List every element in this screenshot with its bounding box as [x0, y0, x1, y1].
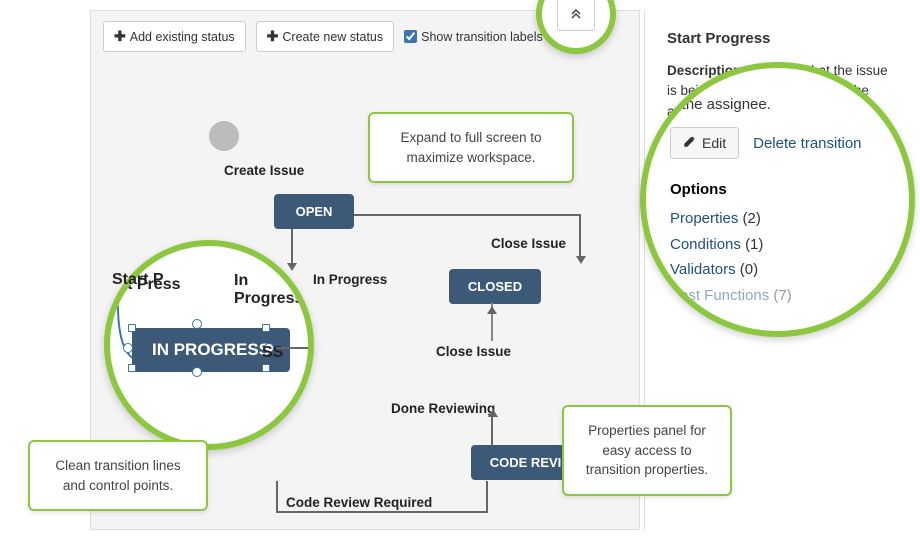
options-heading: Options [670, 181, 885, 198]
connector [579, 214, 581, 256]
transition-label-start-progress[interactable]: Start P [112, 271, 164, 289]
callout-panel: Properties panel for easy access to tran… [562, 405, 732, 496]
connector [276, 511, 486, 513]
connection-point[interactable] [192, 367, 202, 377]
panel-title: Start Progress [667, 30, 898, 47]
expand-fullscreen-button[interactable] [557, 0, 595, 31]
option-conditions[interactable]: Conditions (1) [670, 232, 885, 258]
show-labels-text: Show transition labels [421, 30, 543, 44]
start-node[interactable] [209, 121, 239, 151]
arrowhead-icon [576, 256, 586, 264]
pencil-icon [683, 135, 696, 151]
plus-icon: ✚ [267, 28, 279, 45]
chevrons-up-icon [569, 6, 583, 23]
highlight-circle-panel: y the assignee. Edit Delete transition O… [640, 62, 915, 337]
transition-label-create-issue[interactable]: Create Issue [224, 163, 304, 178]
edit-button[interactable]: Edit [670, 127, 739, 159]
resize-handle[interactable] [128, 324, 136, 332]
connection-point[interactable] [192, 319, 202, 329]
option-properties[interactable]: Properties (2) [670, 206, 885, 232]
connector [276, 347, 314, 349]
resize-handle[interactable] [128, 364, 136, 372]
create-new-status-button[interactable]: ✚ Create new status [256, 21, 394, 52]
edit-label: Edit [702, 135, 726, 151]
create-new-label: Create new status [282, 30, 383, 44]
resize-handle[interactable] [262, 364, 270, 372]
arrowhead-icon [487, 306, 497, 314]
connector [276, 481, 278, 511]
resize-handle[interactable] [262, 324, 270, 332]
add-existing-label: Add existing status [130, 30, 235, 44]
transition-label-in-progress[interactable]: In Progress [313, 272, 387, 287]
delete-transition-link[interactable]: Delete transition [753, 135, 861, 152]
panel-desc-fragment: y the assignee. [670, 96, 885, 113]
connector [354, 214, 579, 216]
callout-expand: Expand to full screen to maximize worksp… [368, 112, 574, 183]
transition-label-code-review-required[interactable]: Code Review Required [286, 495, 432, 510]
transition-label-done-reviewing[interactable]: Done Reviewing [391, 401, 495, 416]
connection-point[interactable] [123, 343, 133, 353]
connector [486, 481, 488, 513]
status-node-open[interactable]: OPEN [274, 194, 354, 229]
transition-label-close-issue-1[interactable]: Close Issue [491, 236, 566, 251]
plus-icon: ✚ [114, 28, 126, 45]
status-node-closed[interactable]: CLOSED [449, 269, 541, 304]
callout-lines: Clean transition lines and control point… [28, 440, 208, 511]
arrowhead-icon [488, 409, 498, 417]
transition-label-close-issue-2[interactable]: Close Issue [436, 344, 511, 359]
option-validators[interactable]: Validators (0) [670, 257, 885, 283]
connector [491, 416, 493, 446]
add-existing-status-button[interactable]: ✚ Add existing status [103, 21, 246, 52]
option-functions[interactable]: Post Functions (7) [670, 283, 885, 309]
mag-label-in-progress: In Progress [234, 272, 308, 308]
show-labels-checkbox-wrap[interactable]: Show transition labels [404, 30, 543, 44]
show-labels-checkbox[interactable] [404, 30, 417, 43]
